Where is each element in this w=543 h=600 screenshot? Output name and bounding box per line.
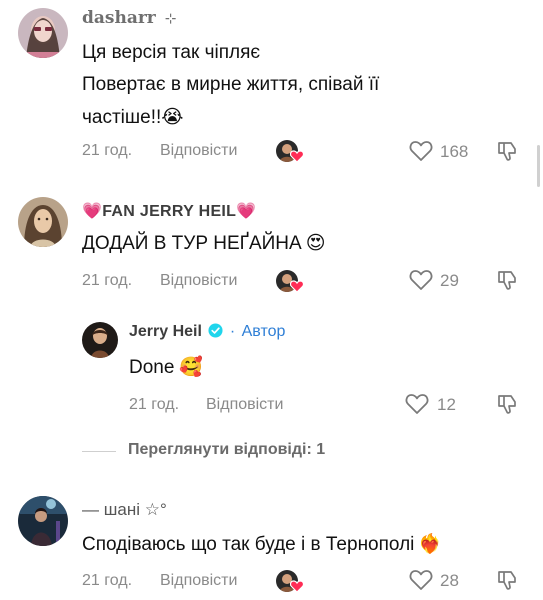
verified-badge-icon [208, 323, 223, 338]
pink-heart-icon: 💗 [236, 201, 257, 220]
comment-line: частіше!!😭 [82, 101, 379, 134]
creator-liked-heart-icon [290, 580, 304, 593]
comment-text: ДОДАЙ В ТУР НЕҐАЙНА 😍 [82, 227, 326, 260]
crying-emoji-icon: 😭 [161, 106, 184, 128]
like-count: 28 [440, 571, 459, 590]
heart-outline-icon[interactable] [409, 269, 433, 291]
divider-line [82, 451, 116, 452]
comment-text: Сподіваюсь що так буде і в Тернополі ❤️‍🔥 [82, 528, 442, 561]
comment-text: Ця версія так чіпляє Повертає в мирне жи… [82, 37, 379, 134]
reply-button[interactable]: Відповісти [160, 272, 237, 290]
avatar[interactable] [18, 496, 68, 546]
reply-timestamp: 21 год. [129, 396, 180, 413]
scrollbar-thumb[interactable] [537, 145, 540, 187]
like-count: 12 [437, 395, 456, 414]
thumbs-down-outline-icon[interactable] [496, 568, 520, 592]
heart-outline-icon[interactable] [405, 393, 429, 415]
username-text[interactable]: dasharr [82, 8, 156, 28]
creator-liked-heart-icon [290, 280, 304, 293]
thumbs-down-outline-icon[interactable] [496, 268, 520, 292]
reply-button[interactable]: Відповісти [160, 142, 237, 160]
reply-text-content: Done [129, 357, 175, 378]
comment-username[interactable]: — шані ☆° [82, 500, 167, 520]
like-count: 168 [440, 142, 469, 161]
avatar[interactable] [82, 322, 118, 358]
heart-eyes-emoji-icon: 😍 [305, 232, 326, 254]
reply-text: Done 🥰 [129, 351, 203, 384]
comment-timestamp: 21 год. [82, 142, 133, 159]
comment-timestamp: 21 год. [82, 572, 133, 589]
username-text[interactable]: FAN JERRY HEIL [102, 203, 236, 220]
heart-on-fire-emoji-icon: ❤️‍🔥 [418, 533, 443, 555]
comment-line: Повертає в мирне життя, співай її [82, 74, 380, 95]
pink-heart-icon: 💗 [82, 201, 103, 220]
reply-button[interactable]: Відповісти [206, 396, 283, 414]
avatar[interactable] [18, 8, 68, 58]
reply-username-row: Jerry Heil · Автор [129, 323, 285, 341]
comment-username[interactable]: dasharr ⊹ [82, 8, 176, 28]
avatar[interactable] [18, 197, 68, 247]
reply-username[interactable]: Jerry Heil [129, 323, 202, 340]
comment-text-content: ДОДАЙ В ТУР НЕҐАЙНА [82, 233, 302, 254]
comment-line-text: частіше!! [82, 107, 162, 128]
like-count: 29 [440, 271, 459, 290]
heart-outline-icon[interactable] [409, 569, 433, 591]
creator-liked-heart-icon [290, 150, 304, 163]
comment-text-content: Сподіваюсь що так буде і в Тернополі [82, 534, 415, 555]
reply-button[interactable]: Відповісти [160, 572, 237, 590]
username-text[interactable]: — шані [82, 500, 140, 519]
author-badge: Автор [241, 323, 286, 340]
heart-outline-icon[interactable] [409, 140, 433, 162]
comment-username[interactable]: 💗FAN JERRY HEIL💗 [82, 201, 256, 221]
separator-dot: · [229, 323, 236, 340]
thumbs-down-outline-icon[interactable] [496, 392, 520, 416]
view-replies-link[interactable]: Переглянути відповіді: 1 [128, 441, 325, 459]
smiling-hearts-emoji-icon: 🥰 [179, 356, 204, 378]
thumbs-down-outline-icon[interactable] [496, 139, 520, 163]
comment-timestamp: 21 год. [82, 272, 133, 289]
username-suffix: ☆° [144, 500, 167, 519]
username-suffix: ⊹ [164, 11, 177, 27]
comment-line: Ця версія так чіпляє [82, 42, 261, 63]
